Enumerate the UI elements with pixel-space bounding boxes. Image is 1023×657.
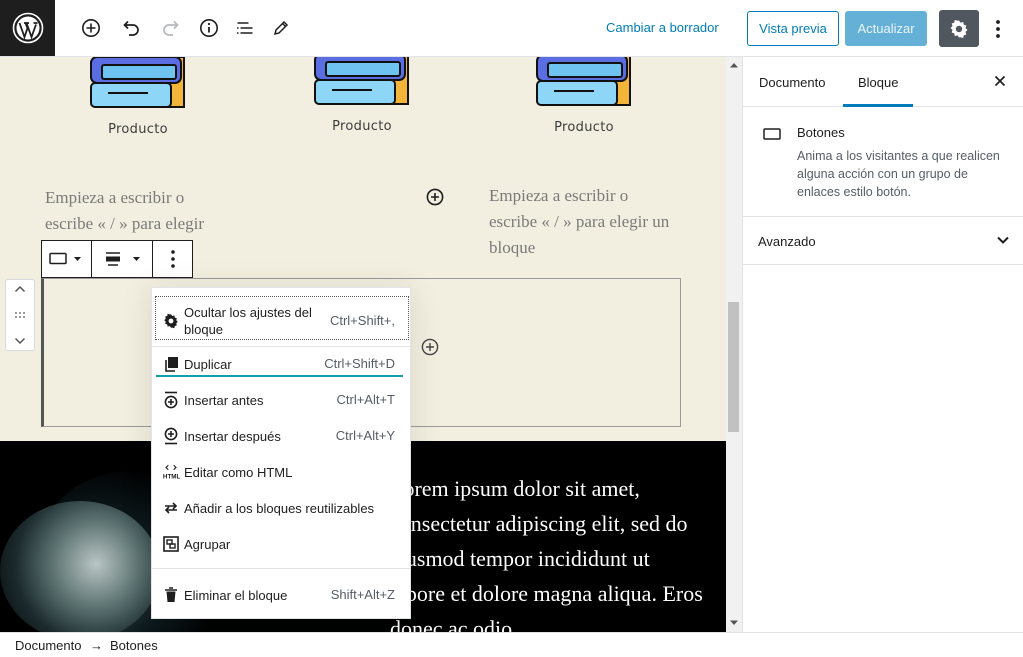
menu-item-label: Insertar antes — [184, 393, 264, 408]
html-icon: HTML — [162, 463, 180, 481]
more-options-icon[interactable] — [988, 15, 1008, 43]
menu-item-label: Editar como HTML — [184, 465, 293, 480]
product-image — [312, 57, 412, 106]
block-card-title: Botones — [797, 125, 845, 140]
menu-item-shortcut: Ctrl+Shift+, — [329, 313, 395, 328]
block-options-menu: Ocultar los ajustes del bloque Ctrl+Shif… — [151, 287, 411, 619]
scroll-down-icon[interactable] — [729, 619, 739, 627]
trash-icon — [162, 586, 180, 604]
menu-item-label: Agrupar — [184, 537, 231, 552]
cover-text[interactable]: Lorem ipsum dolor sit amet, consectetur … — [390, 471, 710, 632]
block-breadcrumb: Documento → Botones — [0, 632, 1023, 657]
block-card-description: Anima a los visitantes a que realicen al… — [797, 149, 1000, 199]
switch-to-draft-button[interactable]: Cambiar a borrador — [606, 20, 719, 35]
menu-item-shortcut: Ctrl+Alt+T — [336, 392, 395, 407]
add-block-inline-icon[interactable] — [425, 187, 445, 207]
menu-divider — [152, 568, 410, 569]
block-toolbar — [41, 240, 193, 278]
advanced-panel-label: Avanzado — [758, 234, 816, 249]
canvas-scrollbar[interactable] — [726, 57, 742, 632]
insert-before-icon — [162, 391, 180, 409]
menu-item-duplicate[interactable]: Duplicar Ctrl+Shift+D — [152, 355, 410, 377]
settings-sidebar: Documento Bloque Botones Anima a los vis… — [742, 57, 1023, 632]
buttons-block-icon — [763, 127, 781, 146]
breadcrumb-buttons[interactable]: Botones — [110, 638, 158, 653]
menu-item-edit-html[interactable]: HTML Editar como HTML — [152, 463, 410, 485]
editor-header: Cambiar a borrador Vista previa Actualiz… — [0, 0, 1023, 57]
chevron-down-icon — [996, 233, 1010, 252]
product-image — [534, 57, 634, 107]
lightbulb-glow — [0, 501, 160, 632]
product-label: Producto — [332, 119, 392, 134]
close-icon[interactable] — [992, 73, 1008, 89]
block-type-switcher[interactable] — [42, 241, 92, 277]
product-card[interactable]: Producto — [302, 57, 422, 134]
settings-icon[interactable] — [939, 10, 979, 47]
block-mover — [5, 279, 35, 351]
undo-icon[interactable] — [117, 14, 145, 42]
redo-icon[interactable] — [157, 14, 185, 42]
tab-document[interactable]: Documento — [759, 75, 825, 90]
svg-text:HTML: HTML — [163, 473, 180, 480]
wordpress-logo-icon[interactable] — [0, 0, 55, 56]
menu-item-label: Añadir a los bloques reutilizables — [184, 501, 375, 516]
product-label: Producto — [108, 122, 168, 137]
alignment-dropdown[interactable] — [92, 241, 153, 277]
product-label: Producto — [554, 120, 614, 135]
more-block-options-icon[interactable] — [153, 241, 192, 277]
duplicate-icon — [162, 355, 180, 373]
breadcrumb-document[interactable]: Documento — [15, 638, 81, 653]
drag-handle-icon[interactable] — [14, 311, 26, 319]
block-card: Botones Anima a los visitantes a que rea… — [743, 107, 1023, 217]
menu-item-insert-before[interactable]: Insertar antes Ctrl+Alt+T — [152, 391, 410, 413]
menu-item-add-reusable[interactable]: Añadir a los bloques reutilizables — [152, 499, 410, 521]
menu-item-group[interactable]: Agrupar — [152, 535, 410, 557]
menu-item-shortcut: Shift+Alt+Z — [330, 587, 395, 602]
menu-item-label: Eliminar el bloque — [184, 588, 288, 603]
product-card[interactable]: Producto — [524, 57, 644, 135]
breadcrumb-separator: → — [90, 638, 103, 653]
group-icon — [162, 535, 180, 553]
reusable-icon — [162, 499, 180, 517]
scroll-up-icon[interactable] — [729, 61, 739, 69]
update-button[interactable]: Actualizar — [845, 11, 927, 46]
paragraph-placeholder-left[interactable]: Empieza a escribir o escribe « / » para … — [45, 185, 235, 237]
advanced-panel-toggle[interactable]: Avanzado — [743, 217, 1023, 265]
menu-item-label: Duplicar — [184, 357, 232, 372]
insert-after-icon — [162, 427, 180, 445]
info-icon[interactable] — [195, 14, 223, 42]
hover-indicator — [156, 375, 403, 377]
gear-icon — [162, 312, 180, 330]
sidebar-tabs: Documento Bloque — [743, 57, 1023, 107]
tab-block[interactable]: Bloque — [842, 75, 915, 107]
menu-item-label: Insertar después — [184, 429, 281, 444]
menu-item-label: Ocultar los ajustes del bloque — [184, 305, 312, 337]
add-block-icon[interactable] — [77, 14, 105, 42]
product-image — [88, 57, 188, 109]
menu-item-shortcut: Ctrl+Shift+D — [324, 356, 395, 371]
menu-item-insert-after[interactable]: Insertar después Ctrl+Alt+Y — [152, 427, 410, 449]
move-up-icon[interactable] — [14, 285, 26, 293]
product-card[interactable]: Producto — [78, 57, 198, 137]
edit-icon[interactable] — [267, 14, 295, 42]
menu-item-hide-settings[interactable]: Ocultar los ajustes del bloque Ctrl+Shif… — [152, 304, 410, 340]
scroll-thumb[interactable] — [728, 302, 739, 432]
paragraph-placeholder-right[interactable]: Empieza a escribir o escribe « / » para … — [489, 183, 679, 261]
preview-button[interactable]: Vista previa — [747, 11, 839, 46]
outline-icon[interactable] — [231, 14, 259, 42]
move-down-icon[interactable] — [14, 337, 26, 345]
menu-divider — [152, 346, 410, 347]
menu-item-remove-block[interactable]: Eliminar el bloque Shift+Alt+Z — [152, 586, 410, 608]
menu-item-shortcut: Ctrl+Alt+Y — [335, 428, 395, 443]
